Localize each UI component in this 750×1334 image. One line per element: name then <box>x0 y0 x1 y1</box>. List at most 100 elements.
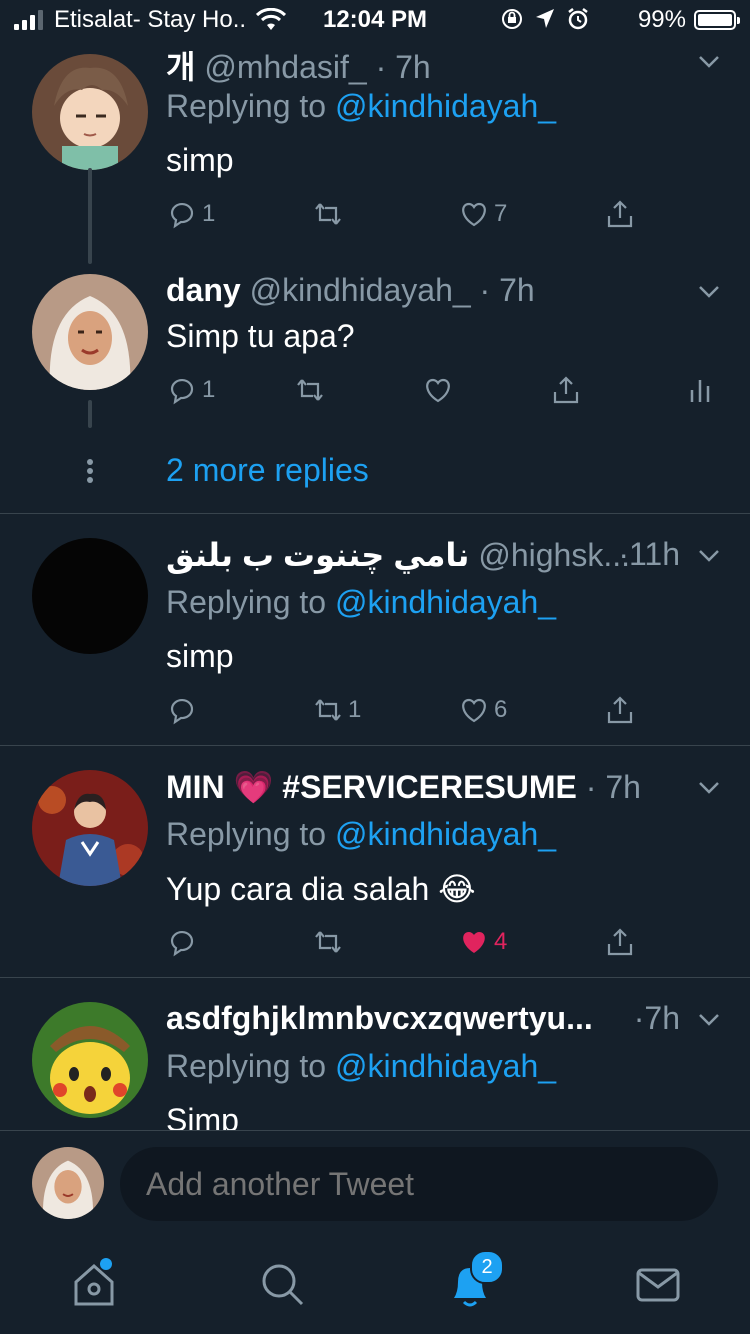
search-icon <box>262 1264 304 1306</box>
like-button[interactable]: 6 <box>458 690 507 730</box>
like-button[interactable] <box>422 370 454 410</box>
tweet-actions: 4 <box>166 922 726 962</box>
reply-to-link[interactable]: @kindhidayah_ <box>335 88 556 124</box>
share-button[interactable] <box>604 922 636 962</box>
tweet[interactable]: asdfghjklmnbvcxzqwertyu... ·7h Replying … <box>0 978 750 1130</box>
like-button[interactable]: 7 <box>458 194 507 234</box>
tab-notifications[interactable]: 2 <box>442 1250 504 1316</box>
battery-percentage: 99% <box>637 6 686 33</box>
status-bar: Etisalat- Stay Ho.. 12:04 PM 99% <box>0 0 750 40</box>
reply-button[interactable] <box>166 690 198 730</box>
tweet-time: 7h <box>395 49 431 85</box>
tweet-time: 11h <box>628 536 680 572</box>
reply-icon <box>170 378 194 405</box>
avatar[interactable] <box>32 538 148 654</box>
reply-count: 1 <box>202 376 216 403</box>
thread-line <box>88 168 92 264</box>
time-separator: · <box>633 1000 645 1036</box>
like-button[interactable]: 4 <box>458 922 507 962</box>
reply-icon <box>170 202 194 229</box>
chevron-down-icon[interactable] <box>696 774 722 800</box>
retweet-button[interactable] <box>294 370 326 410</box>
thread-line <box>88 400 92 428</box>
retweet-icon <box>315 931 341 953</box>
avatar[interactable] <box>32 274 148 390</box>
chevron-down-icon[interactable] <box>696 278 722 304</box>
analytics-icon <box>690 380 710 402</box>
add-tweet-input[interactable] <box>120 1147 718 1221</box>
alarm-icon <box>568 8 588 30</box>
like-count: 4 <box>494 928 508 955</box>
replying-to: Replying to @kindhidayah_ <box>166 88 557 124</box>
chevron-down-icon[interactable] <box>696 48 722 74</box>
reply-to-link[interactable]: @kindhidayah_ <box>335 816 556 852</box>
author-name[interactable]: asdfghjklmnbvcxzqwertyu... <box>166 1000 593 1036</box>
tweet-text: Yup cara dia salah 😂 <box>166 871 476 907</box>
replying-to: Replying to @kindhidayah_ <box>166 584 557 620</box>
reply-icon <box>170 930 194 957</box>
retweet-icon <box>315 699 341 721</box>
rotation-lock-icon <box>502 9 522 29</box>
share-button[interactable] <box>550 370 582 410</box>
tweet[interactable]: MIN 💗 #SERVICERESUME · 7h Replying to @k… <box>0 746 750 978</box>
reply-button[interactable]: 1 <box>166 194 215 234</box>
tweet-text: Simp tu apa? <box>166 318 355 354</box>
chevron-down-icon[interactable] <box>696 542 722 568</box>
author-name[interactable]: 개 <box>166 49 195 85</box>
retweet-icon <box>315 203 341 225</box>
replying-to: Replying to @kindhidayah_ <box>166 1048 557 1084</box>
reply-to-link[interactable]: @kindhidayah_ <box>335 584 556 620</box>
notifications-badge: 2 <box>470 1250 504 1284</box>
author-name[interactable]: MIN 💗 #SERVICERESUME <box>166 769 577 805</box>
tweet[interactable]: 개 @mhdasif_ · 7h Replying to @kindhidaya… <box>0 40 750 270</box>
new-content-dot <box>100 1258 112 1270</box>
more-dots-icon <box>86 459 94 486</box>
compose-bar <box>0 1130 750 1235</box>
retweet-button[interactable] <box>312 922 344 962</box>
more-replies-link[interactable]: 2 more replies <box>166 452 369 489</box>
battery-icon <box>694 10 740 30</box>
tab-search[interactable] <box>254 1256 314 1316</box>
heart-icon <box>462 698 486 723</box>
retweet-button[interactable]: 1 <box>312 690 361 730</box>
user-avatar[interactable] <box>32 1147 104 1219</box>
reply-button[interactable] <box>166 922 198 962</box>
tweet-actions: 1 6 <box>166 690 726 730</box>
avatar[interactable] <box>32 54 148 170</box>
tweet[interactable]: dany @kindhidayah_ · 7h Simp tu apa? 1 <box>0 270 750 420</box>
tweet[interactable]: نامي چننوت ب بلنق @highsk... ·11h Replyi… <box>0 514 750 746</box>
author-handle[interactable]: @mhdasif_ <box>204 49 366 85</box>
replies-feed[interactable]: 개 @mhdasif_ · 7h Replying to @kindhidaya… <box>0 40 750 1130</box>
mail-icon <box>636 1268 680 1302</box>
tweet-time: 7h <box>499 272 535 308</box>
heart-icon <box>426 378 450 403</box>
chevron-down-icon[interactable] <box>696 1006 722 1032</box>
time-separator: · <box>479 272 500 308</box>
reply-button[interactable]: 1 <box>166 370 215 410</box>
time-separator: · <box>618 536 629 572</box>
share-icon <box>607 696 633 724</box>
analytics-button[interactable] <box>684 370 716 410</box>
like-count: 6 <box>494 696 508 723</box>
share-icon <box>553 376 579 404</box>
tweet-actions: 1 7 <box>166 194 726 234</box>
avatar[interactable] <box>32 1002 148 1118</box>
heart-icon <box>462 202 486 227</box>
tweet-text: simp <box>166 142 234 178</box>
tab-home[interactable] <box>66 1256 126 1316</box>
tweet-time: 7h <box>605 769 641 805</box>
avatar[interactable] <box>32 770 148 886</box>
time-separator: · <box>585 769 606 805</box>
tweet-text: simp <box>166 638 234 674</box>
author-name[interactable]: dany <box>166 272 241 308</box>
tab-messages[interactable] <box>630 1256 690 1316</box>
reply-to-link[interactable]: @kindhidayah_ <box>335 1048 556 1084</box>
author-handle[interactable]: @kindhidayah_ <box>250 272 471 308</box>
retweet-button[interactable] <box>312 194 348 234</box>
share-button[interactable] <box>604 194 636 234</box>
reply-count: 1 <box>202 200 216 227</box>
share-button[interactable] <box>604 690 636 730</box>
author-name[interactable]: نامي چننوت ب بلنق <box>166 537 469 573</box>
tweet-time: 7h <box>644 1000 680 1036</box>
author-handle[interactable]: @highsk... <box>478 537 630 573</box>
